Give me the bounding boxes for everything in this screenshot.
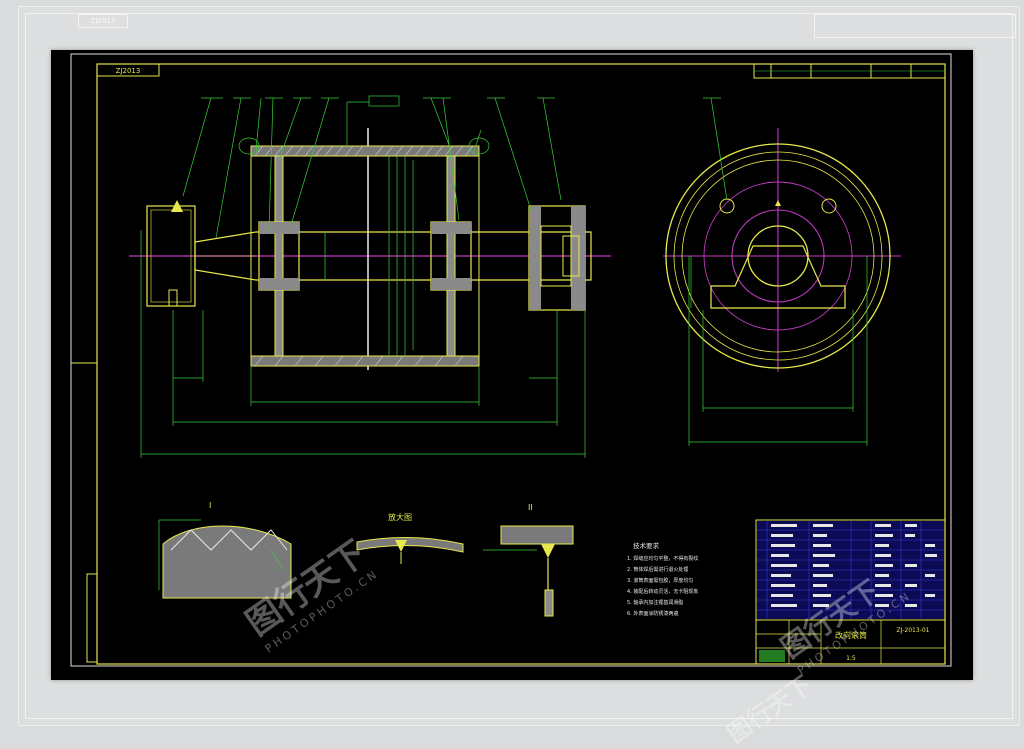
title-block: 改向滚筒 ZJ-2013-01 1:5 [755, 619, 946, 665]
svg-text:2. 筒体焊后需进行退火处理: 2. 筒体焊后需进行退火处理 [627, 566, 688, 573]
svg-text:5. 轴承内加注锂基润滑脂: 5. 轴承内加注锂基润滑脂 [627, 599, 683, 606]
front-section-view [129, 95, 611, 458]
svg-text:II: II [528, 503, 533, 512]
svg-text:1. 焊缝应均匀平整，不得有裂纹: 1. 焊缝应均匀平整，不得有裂纹 [627, 555, 698, 562]
svg-text:技术要求: 技术要求 [633, 541, 660, 550]
svg-text:3. 滚筒表面需包胶，厚度均匀: 3. 滚筒表面需包胶，厚度均匀 [627, 577, 693, 584]
background-title-tag: ZJ2013 [78, 14, 128, 28]
svg-text:4. 装配后转动灵活，无卡阻现象: 4. 装配后转动灵活，无卡阻现象 [627, 588, 698, 595]
title-block-name: 改向滚筒 [835, 630, 867, 640]
title-block-scale: 1:5 [846, 655, 856, 662]
detail-views: I 放大图 II [158, 501, 574, 617]
side-view [663, 97, 901, 446]
svg-text:放大图: 放大图 [388, 512, 412, 522]
title-block-drawing-no: ZJ-2013-01 [897, 627, 930, 634]
cad-drawing-viewport[interactable]: ZJ2013 I 放大图 II 技术要求 1. 焊缝应均匀平整，不得有裂纹 2.… [51, 50, 973, 680]
parts-list-table [755, 519, 946, 621]
background-title-grid [814, 14, 1016, 38]
svg-text:I: I [209, 501, 211, 510]
svg-text:6. 外表面涂防锈漆两遍: 6. 外表面涂防锈漆两遍 [627, 610, 678, 617]
technical-requirements: 技术要求 1. 焊缝应均匀平整，不得有裂纹 2. 筒体焊后需进行退火处理 3. … [627, 541, 698, 617]
cad-canvas: ZJ2013 I 放大图 II 技术要求 1. 焊缝应均匀平整，不得有裂纹 2.… [70, 53, 952, 667]
drawing-label: ZJ2013 [116, 67, 141, 75]
